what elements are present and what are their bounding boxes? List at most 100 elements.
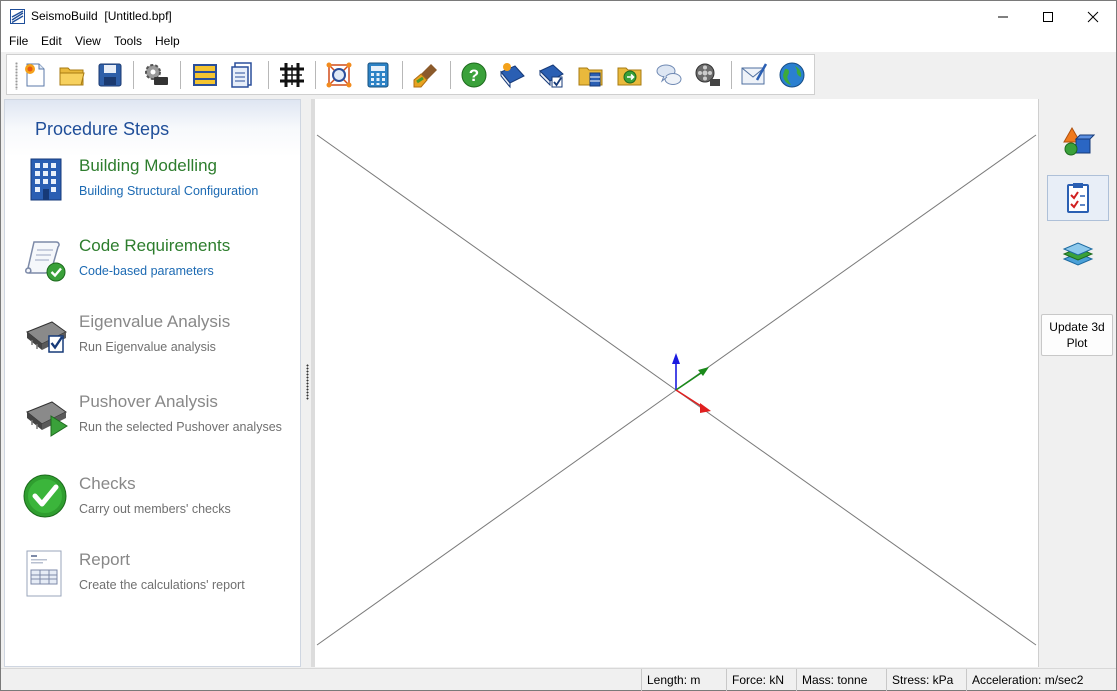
save-button[interactable] [94, 59, 126, 91]
maximize-icon [1043, 11, 1053, 22]
folder-export-icon [617, 67, 642, 86]
window-title: SeismoBuild [Untitled.bpf] [31, 9, 172, 23]
step-subtitle-link[interactable]: Run Eigenvalue analysis [79, 340, 216, 354]
close-icon [1087, 11, 1099, 22]
layers-button[interactable] [1047, 232, 1109, 278]
folder-export-button[interactable] [614, 59, 646, 91]
video-reel-button[interactable] [692, 59, 724, 91]
chat-button[interactable] [653, 59, 685, 91]
document-list-button[interactable] [227, 59, 259, 91]
shapes-3d-icon [1063, 126, 1095, 156]
step-subtitle-link[interactable]: Code-based parameters [79, 264, 214, 278]
splitter-grip[interactable] [306, 364, 309, 400]
calculator-button[interactable] [362, 59, 394, 91]
step-code-requirements[interactable]: Code Requirements Code-based parameters [5, 236, 302, 306]
ground-diagonal-line [675, 134, 1037, 391]
minimize-button[interactable] [980, 1, 1026, 32]
app-name: SeismoBuild [31, 9, 98, 23]
document-name: [Untitled.bpf] [104, 9, 172, 23]
manual-check-button[interactable] [535, 59, 567, 91]
app-window: SeismoBuild [Untitled.bpf] File Edit Vie… [0, 0, 1117, 691]
step-title: Code Requirements [79, 236, 231, 255]
toolbar-separator [133, 61, 134, 89]
menu-file[interactable]: File [9, 34, 28, 48]
step-checks[interactable]: Checks Carry out members' checks [5, 474, 302, 544]
grid-structure-button[interactable] [276, 59, 308, 91]
ground-diagonal-line [316, 389, 677, 646]
menu-tools[interactable]: Tools [114, 34, 142, 48]
toolbar-separator [402, 61, 403, 89]
menu-view[interactable]: View [75, 34, 101, 48]
toolbar-separator [731, 61, 732, 89]
toolbar-separator [180, 61, 181, 89]
maximize-button[interactable] [1025, 1, 1071, 32]
building-icon [22, 156, 70, 204]
status-bar: Length: m Force: kN Mass: tonne Stress: … [1, 668, 1116, 691]
step-pushover-analysis[interactable]: Pushover Analysis Run the selected Pusho… [5, 392, 302, 462]
view-options-panel: Update 3d Plot [1038, 99, 1116, 667]
update-3d-plot-button[interactable]: Update 3d Plot [1041, 314, 1113, 356]
globe-icon [779, 62, 805, 88]
step-subtitle-link[interactable]: Building Structural Configuration [79, 184, 258, 198]
frame-button[interactable] [189, 59, 221, 91]
book-button[interactable] [496, 59, 528, 91]
axis-triad [672, 353, 711, 413]
close-button[interactable] [1070, 1, 1116, 32]
menu-help[interactable]: Help [155, 34, 180, 48]
video-reel-icon [695, 63, 720, 86]
ground-diagonal-line [316, 134, 677, 391]
shapes-3d-button[interactable] [1047, 119, 1109, 165]
step-subtitle-link[interactable]: Run the selected Pushover analyses [79, 420, 282, 434]
help-button[interactable]: ? [458, 59, 490, 91]
globe-button[interactable] [776, 59, 808, 91]
settings-button[interactable] [141, 59, 173, 91]
step-title: Pushover Analysis [79, 392, 218, 411]
search-nodes-button[interactable] [323, 59, 355, 91]
email-button[interactable] [738, 59, 770, 91]
step-title: Building Modelling [79, 156, 217, 175]
status-acceleration-unit: Acceleration: m/sec2 [966, 669, 1116, 691]
step-title: Eigenvalue Analysis [79, 312, 231, 331]
email-icon [741, 63, 768, 85]
main-toolbar: ? [6, 54, 815, 95]
svg-text:?: ? [469, 66, 479, 85]
settings-gears-icon [145, 64, 168, 85]
status-mass-unit: Mass: tonne [796, 669, 886, 691]
calculator-icon [367, 62, 389, 88]
menu-bar: File Edit View Tools Help [1, 32, 1116, 52]
status-force-unit: Force: kN [726, 669, 796, 691]
step-subtitle-link[interactable]: Create the calculations' report [79, 578, 245, 592]
new-file-icon [25, 63, 45, 87]
report-document-icon [22, 550, 70, 598]
save-icon [98, 63, 122, 87]
book-icon [500, 63, 525, 89]
toolbar-grip[interactable] [15, 62, 18, 90]
chip-check-icon [22, 312, 70, 360]
panel-splitter[interactable] [301, 99, 315, 667]
menu-edit[interactable]: Edit [41, 34, 62, 48]
green-check-icon [22, 474, 70, 522]
seismobuild-app-icon [10, 9, 25, 24]
status-stress-unit: Stress: kPa [886, 669, 966, 691]
checklist-button[interactable] [1047, 175, 1109, 221]
step-eigenvalue-analysis[interactable]: Eigenvalue Analysis Run Eigenvalue analy… [5, 312, 302, 382]
open-folder-icon [59, 67, 85, 86]
step-title: Checks [79, 474, 136, 493]
new-file-button[interactable] [19, 59, 51, 91]
checklist-icon [1067, 183, 1089, 213]
step-subtitle-link[interactable]: Carry out members' checks [79, 502, 231, 516]
frame-icon [193, 64, 217, 86]
folder-building-button[interactable] [575, 59, 607, 91]
open-folder-button[interactable] [56, 59, 88, 91]
status-length-unit: Length: m [641, 669, 726, 691]
document-list-icon [231, 62, 252, 88]
3d-viewport[interactable] [315, 99, 1038, 667]
folder-building-icon [578, 67, 603, 87]
toolbar-separator [268, 61, 269, 89]
step-building-modelling[interactable]: Building Modelling Building Structural C… [5, 156, 302, 226]
manual-check-icon [539, 64, 564, 88]
procedure-steps-title: Procedure Steps [35, 119, 170, 139]
brush-button[interactable] [410, 59, 442, 91]
search-nodes-icon [326, 62, 352, 88]
step-report[interactable]: Report Create the calculations' report [5, 550, 302, 620]
